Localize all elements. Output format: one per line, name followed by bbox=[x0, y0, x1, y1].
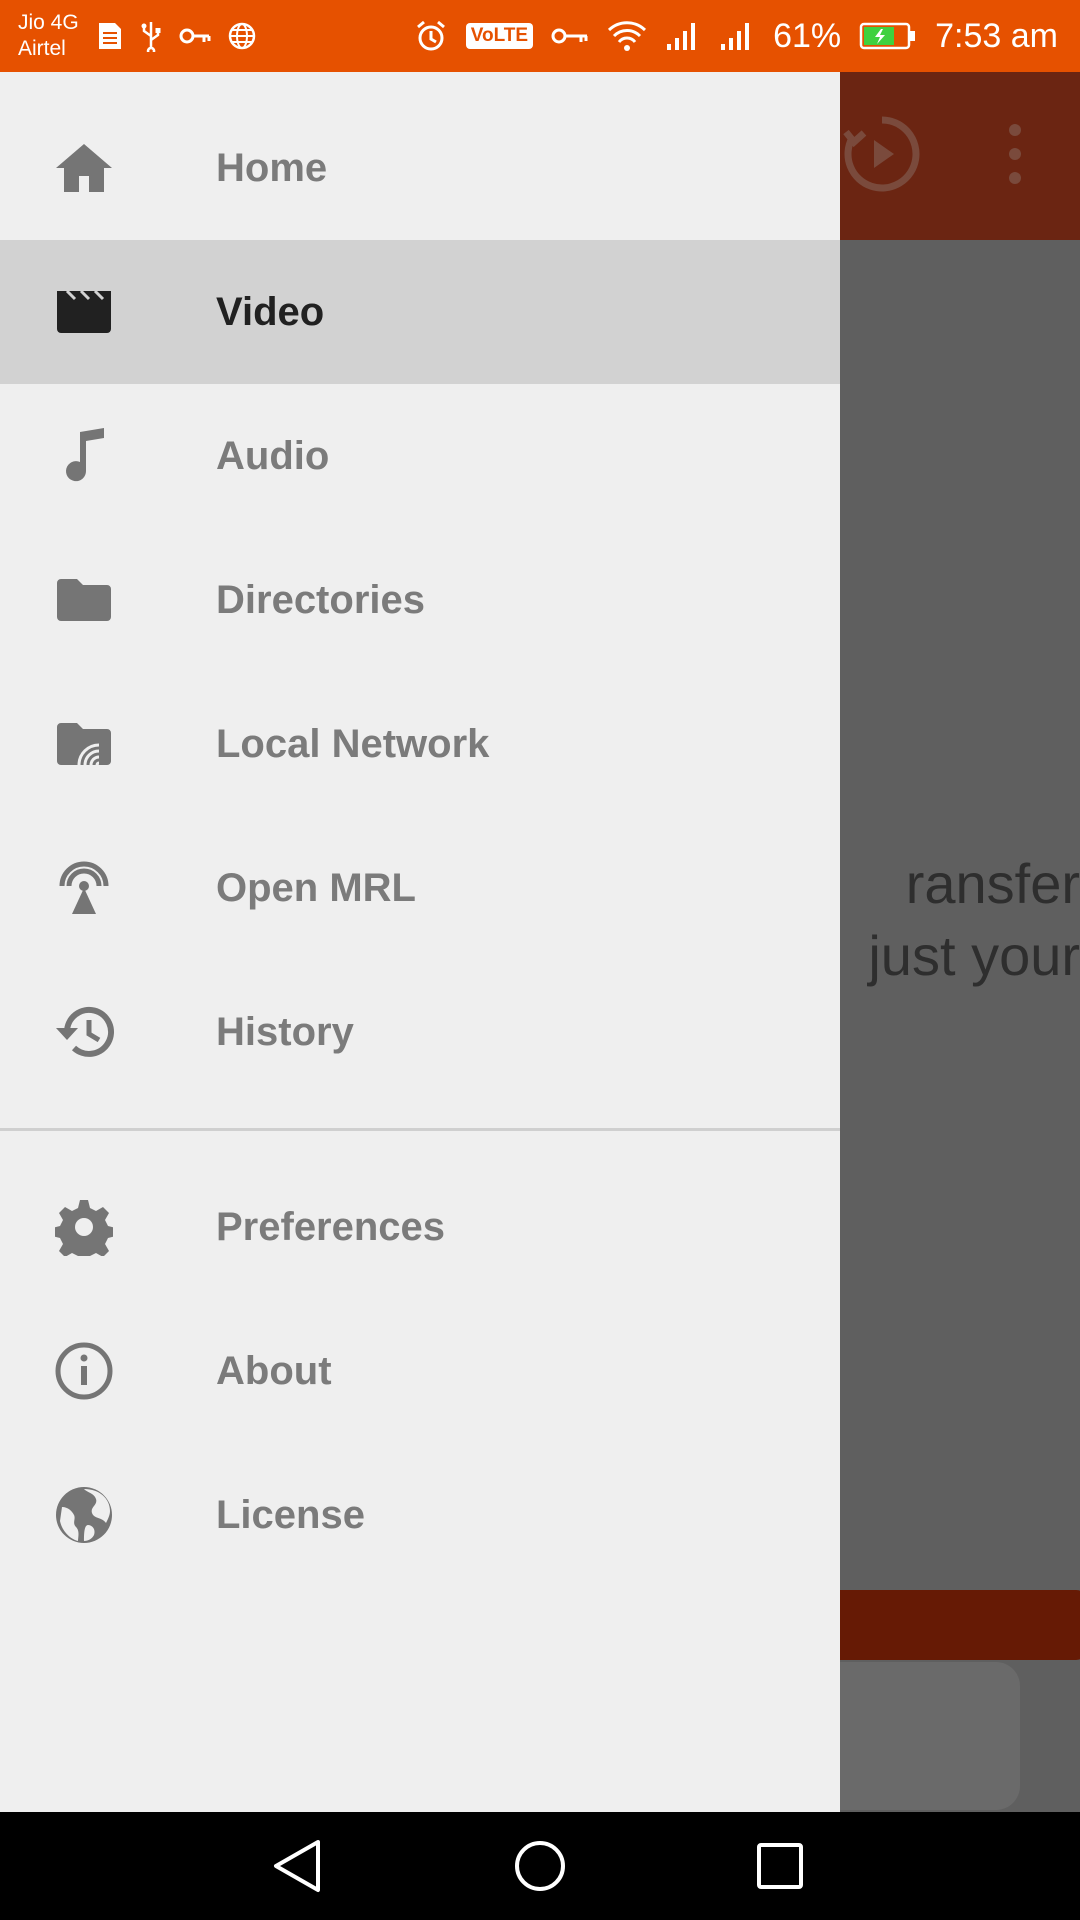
vpn-key-icon bbox=[179, 26, 211, 46]
history-icon bbox=[52, 1000, 116, 1064]
drawer-item-label: Directories bbox=[216, 577, 425, 622]
drawer-item-history[interactable]: History bbox=[0, 960, 840, 1104]
status-bar: Jio 4G Airtel VoLTE 61% 7:53 am bbox=[0, 0, 1080, 72]
usb-icon bbox=[139, 20, 163, 52]
battery-percent: 61% bbox=[773, 16, 842, 55]
wifi-icon bbox=[607, 20, 647, 52]
signal-icon bbox=[665, 20, 701, 52]
folder-icon bbox=[52, 568, 116, 632]
alarm-icon bbox=[414, 19, 448, 53]
drawer-item-video[interactable]: Video bbox=[0, 240, 840, 384]
sim-card-icon bbox=[97, 21, 123, 51]
drawer-item-directories[interactable]: Directories bbox=[0, 528, 840, 672]
signal-icon-2 bbox=[719, 20, 755, 52]
drawer-item-license[interactable]: License bbox=[0, 1443, 840, 1587]
home-icon bbox=[52, 136, 116, 200]
home-nav-icon[interactable] bbox=[508, 1834, 572, 1898]
info-icon bbox=[52, 1339, 116, 1403]
drawer-item-preferences[interactable]: Preferences bbox=[0, 1155, 840, 1299]
carrier-secondary: Airtel bbox=[18, 37, 66, 60]
carrier-primary: Jio 4G bbox=[18, 11, 79, 34]
drawer-item-home[interactable]: Home bbox=[0, 96, 840, 240]
network-folder-icon bbox=[52, 712, 116, 776]
drawer-item-label: License bbox=[216, 1492, 365, 1537]
drawer-item-label: About bbox=[216, 1348, 332, 1393]
volte-badge: VoLTE bbox=[465, 23, 534, 49]
drawer-divider bbox=[0, 1128, 840, 1131]
key-icon bbox=[551, 26, 589, 46]
navigation-drawer: Home Video Audio Directories Local Netwo… bbox=[0, 72, 840, 1812]
system-nav-bar bbox=[0, 1812, 1080, 1920]
recents-icon[interactable] bbox=[748, 1834, 812, 1898]
drawer-item-label: Video bbox=[216, 289, 325, 334]
globe-status-icon bbox=[227, 21, 257, 51]
more-options-icon[interactable] bbox=[1000, 112, 1030, 201]
clapperboard-icon bbox=[52, 280, 116, 344]
resume-playback-icon[interactable] bbox=[840, 112, 924, 201]
drawer-item-label: Preferences bbox=[216, 1204, 446, 1249]
drawer-item-about[interactable]: About bbox=[0, 1299, 840, 1443]
back-icon[interactable] bbox=[268, 1834, 332, 1898]
drawer-item-local-network[interactable]: Local Network bbox=[0, 672, 840, 816]
globe-icon bbox=[52, 1483, 116, 1547]
drawer-item-audio[interactable]: Audio bbox=[0, 384, 840, 528]
drawer-item-label: Audio bbox=[216, 433, 330, 478]
battery-charging-icon bbox=[859, 21, 917, 51]
music-note-icon bbox=[52, 424, 116, 488]
gear-icon bbox=[52, 1195, 116, 1259]
clock: 7:53 am bbox=[935, 16, 1058, 55]
drawer-item-label: History bbox=[216, 1009, 354, 1054]
drawer-item-open-mrl[interactable]: Open MRL bbox=[0, 816, 840, 960]
drawer-item-label: Local Network bbox=[216, 721, 490, 766]
drawer-item-label: Open MRL bbox=[216, 865, 416, 910]
drawer-item-label: Home bbox=[216, 145, 328, 190]
carrier-info: Jio 4G Airtel bbox=[18, 10, 79, 62]
broadcast-icon bbox=[52, 856, 116, 920]
